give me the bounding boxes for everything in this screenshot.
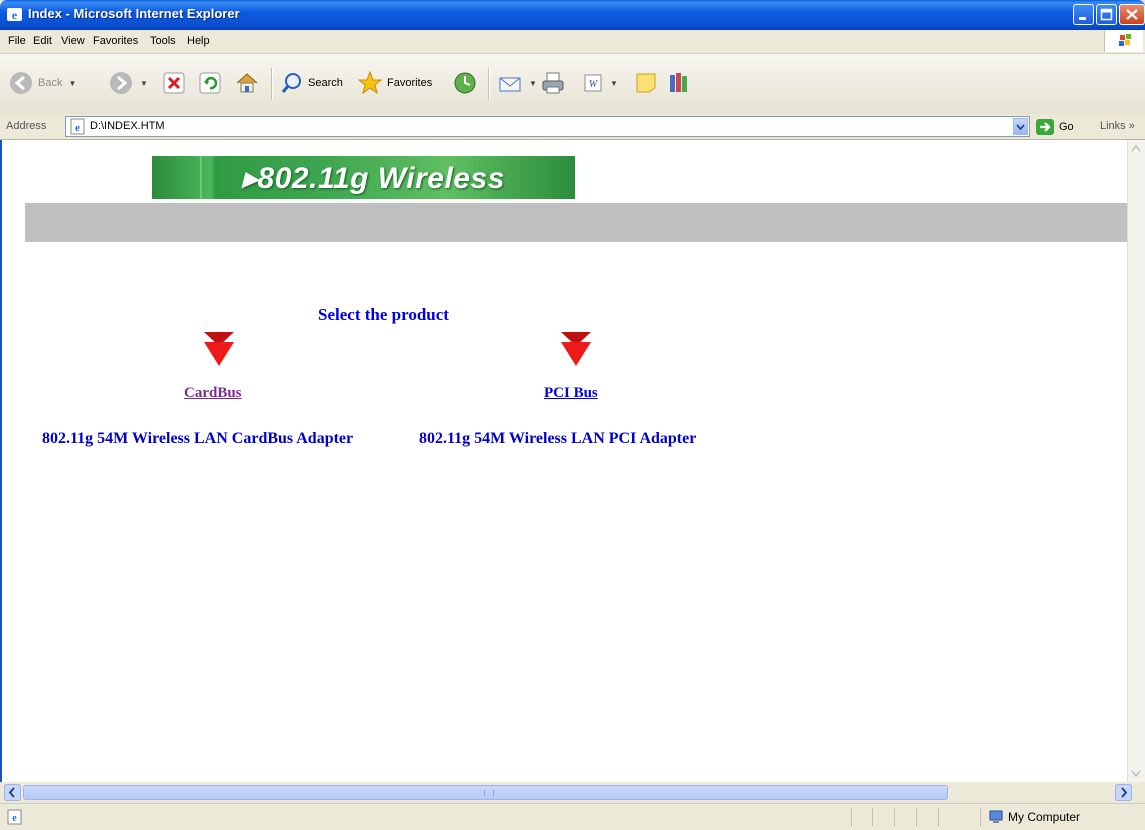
- search-button[interactable]: Search: [280, 62, 343, 104]
- pci-product-name: 802.11g 54M Wireless LAN PCI Adapter: [419, 430, 697, 447]
- computer-icon: [989, 810, 1003, 823]
- zone-label: My Computer: [1008, 810, 1081, 824]
- go-button[interactable]: Go: [1035, 117, 1074, 137]
- printer-icon: [542, 72, 564, 94]
- favorites-label: Favorites: [387, 77, 433, 89]
- favorites-button[interactable]: Favorites: [357, 62, 432, 104]
- menu-file[interactable]: File: [8, 35, 26, 47]
- back-label: Back: [38, 77, 63, 89]
- back-button[interactable]: Back ▼: [8, 62, 76, 104]
- maximize-icon: [1100, 8, 1113, 21]
- scrollbar-thumb[interactable]: [23, 785, 948, 800]
- maximize-button[interactable]: [1096, 4, 1117, 25]
- status-bar: e My Computer: [0, 803, 1145, 830]
- windows-logo-icon: [1104, 30, 1143, 52]
- back-arrow-icon: [10, 72, 32, 94]
- address-input[interactable]: e D:\INDEX.HTM: [65, 116, 1030, 137]
- word-document-icon: W: [584, 74, 602, 92]
- chevrons-right-icon: »: [1128, 120, 1135, 132]
- cardbus-product-name: 802.11g 54M Wireless LAN CardBus Adapter: [42, 430, 354, 447]
- discuss-button[interactable]: [634, 62, 658, 104]
- menu-view[interactable]: View: [61, 35, 85, 47]
- minimize-icon: [1079, 17, 1086, 20]
- gray-bar: [25, 203, 1131, 242]
- horizontal-scrollbar[interactable]: [0, 782, 1145, 802]
- home-button[interactable]: [234, 62, 260, 104]
- scroll-down-icon[interactable]: [1128, 765, 1144, 782]
- links-label: Links: [1100, 120, 1126, 132]
- history-button[interactable]: [452, 62, 478, 104]
- chevron-down-icon: ▼: [529, 78, 537, 88]
- chevron-down-icon: ▼: [610, 78, 618, 88]
- page-content: ▸802.11g Wireless Select the product Car…: [0, 140, 1145, 782]
- go-label: Go: [1059, 121, 1074, 133]
- security-zone: My Computer: [988, 809, 1080, 825]
- address-value: D:\INDEX.HTM: [90, 120, 165, 132]
- forward-button[interactable]: ▼: [108, 62, 148, 104]
- stop-icon: [163, 72, 185, 94]
- svg-text:e: e: [12, 8, 18, 22]
- menu-edit[interactable]: Edit: [33, 35, 52, 47]
- go-arrow-icon: [1036, 119, 1054, 135]
- menu-favorites[interactable]: Favorites: [93, 35, 138, 47]
- edit-button[interactable]: W ▼: [582, 62, 618, 104]
- svg-text:e: e: [75, 122, 80, 134]
- svg-text:e: e: [12, 813, 17, 824]
- window-title: Index - Microsoft Internet Explorer: [28, 6, 240, 21]
- mail-button[interactable]: ▼: [497, 62, 537, 104]
- chevron-down-icon: [1016, 124, 1025, 131]
- home-icon: [236, 73, 258, 93]
- search-label: Search: [308, 77, 343, 89]
- pci-bus-link[interactable]: PCI Bus: [544, 385, 598, 402]
- toolbar: Back ▼ ▼ Search Favorites ▼ W ▼: [0, 54, 1145, 115]
- red-down-arrow-icon: [561, 332, 591, 366]
- refresh-icon: [199, 72, 221, 94]
- banner: ▸802.11g Wireless: [152, 156, 575, 199]
- vertical-scrollbar[interactable]: [1127, 140, 1145, 782]
- page-icon: e: [70, 118, 85, 135]
- page-status-icon: e: [7, 809, 22, 825]
- chevron-down-icon: ▼: [68, 78, 77, 88]
- close-button[interactable]: [1119, 4, 1145, 25]
- scroll-up-icon[interactable]: [1128, 140, 1144, 157]
- scroll-right-icon[interactable]: [1115, 784, 1132, 801]
- address-label: Address: [6, 120, 47, 132]
- refresh-button[interactable]: [198, 62, 222, 104]
- ie-logo-icon: e: [7, 8, 22, 22]
- page-heading: Select the product: [318, 305, 449, 324]
- menu-help[interactable]: Help: [187, 35, 210, 47]
- favorites-star-icon: [357, 70, 383, 95]
- note-icon: [636, 73, 656, 93]
- cardbus-link[interactable]: CardBus: [184, 385, 242, 402]
- address-bar: Address e D:\INDEX.HTM Go Links »: [0, 114, 1145, 140]
- research-books-icon: [670, 73, 687, 92]
- close-icon: [1126, 9, 1138, 20]
- menu-tools[interactable]: Tools: [150, 35, 176, 47]
- links-toolbar[interactable]: Links »: [1100, 120, 1135, 132]
- minimize-button[interactable]: [1073, 4, 1094, 25]
- red-down-arrow-icon: [204, 332, 234, 366]
- scroll-left-icon[interactable]: [4, 784, 21, 801]
- banner-text: ▸802.11g Wireless: [242, 162, 505, 195]
- chevron-down-icon: ▼: [140, 78, 148, 88]
- title-bar[interactable]: e Index - Microsoft Internet Explorer: [0, 0, 1145, 30]
- menu-bar: File Edit View Favorites Tools Help: [0, 30, 1145, 54]
- stop-button[interactable]: [162, 62, 186, 104]
- forward-arrow-icon: [110, 72, 132, 94]
- research-button[interactable]: [666, 62, 692, 104]
- print-button[interactable]: [540, 62, 566, 104]
- address-dropdown-button[interactable]: [1013, 118, 1028, 135]
- history-icon: [454, 72, 476, 94]
- search-icon: [281, 73, 301, 93]
- mail-icon: [499, 77, 521, 92]
